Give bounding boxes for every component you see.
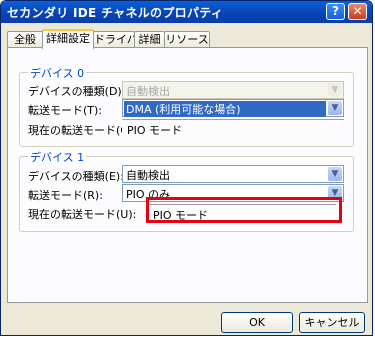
tab-driver[interactable]: ドライバ	[93, 31, 138, 48]
device0-current-value: PIO モード	[127, 124, 183, 137]
tab-details[interactable]: 詳細	[134, 31, 165, 48]
chevron-down-icon: ▼	[328, 101, 342, 115]
ok-button[interactable]: OK	[221, 312, 293, 333]
device0-type-label: デバイスの種類(D):	[28, 85, 126, 98]
device0-group-title: デバイス 0	[28, 65, 87, 81]
device1-group-title: デバイス 1	[28, 149, 87, 165]
device0-type-value: 自動検出	[126, 85, 170, 98]
tab-resources[interactable]: リソース	[164, 31, 210, 48]
device0-current-label: 現在の転送モード(C):	[28, 124, 136, 137]
device0-mode-select[interactable]: DMA (利用可能な場合) ▼	[122, 99, 344, 117]
properties-dialog: セカンダリ IDE チャネルのプロパティ ? ✕ 全般 詳細設定 ドライバ 詳細…	[0, 0, 373, 336]
help-button[interactable]: ?	[326, 3, 345, 20]
device0-mode-label: 転送モード(T):	[28, 104, 103, 117]
highlight-box	[146, 197, 342, 223]
tab-general[interactable]: 全般	[7, 31, 43, 48]
device1-type-value: 自動検出	[126, 169, 170, 182]
device1-mode-label: 転送モード(R):	[28, 189, 103, 202]
tab-panel: デバイス 0 デバイスの種類(D): 自動検出 ▼ 転送モード(T): DMA …	[7, 47, 368, 303]
tab-advanced-settings[interactable]: 詳細設定	[42, 29, 94, 49]
close-button[interactable]: ✕	[348, 3, 367, 20]
device0-mode-value: DMA (利用可能な場合)	[124, 101, 326, 117]
device1-type-select[interactable]: 自動検出 ▼	[122, 165, 344, 183]
device0-type-select[interactable]: 自動検出 ▼	[122, 81, 344, 99]
device0-current-readout: PIO モード	[122, 119, 344, 137]
chevron-down-icon: ▼	[328, 83, 342, 97]
chevron-down-icon: ▼	[328, 167, 342, 181]
device1-type-label: デバイスの種類(E):	[28, 170, 124, 183]
cancel-button[interactable]: キャンセル	[299, 312, 365, 333]
window-title: セカンダリ IDE チャネルのプロパティ	[7, 6, 224, 20]
title-bar[interactable]: セカンダリ IDE チャネルのプロパティ ? ✕	[1, 1, 372, 23]
device1-current-label: 現在の転送モード(U):	[28, 208, 137, 221]
